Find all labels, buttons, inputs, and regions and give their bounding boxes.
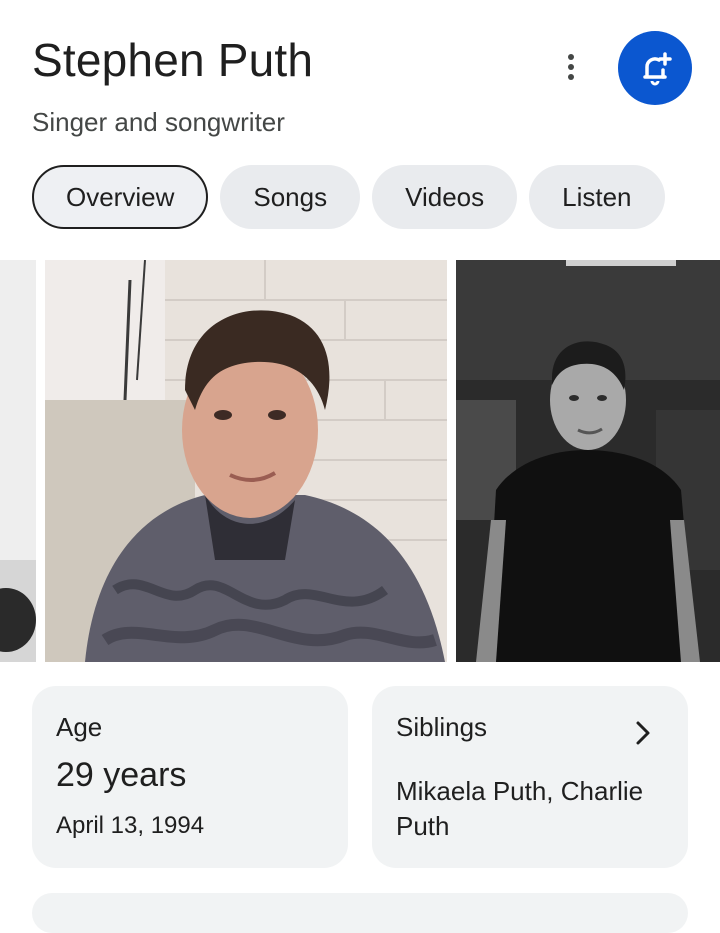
tab-songs[interactable]: Songs (220, 165, 361, 229)
knowledge-panel-header: Stephen Puth Singer and songwriter (32, 30, 720, 139)
siblings-label: Siblings (396, 712, 488, 742)
bell-plus-icon (643, 52, 672, 86)
tab-videos[interactable]: Videos (372, 165, 518, 229)
fact-card-age[interactable]: Age 29 years April 13, 1994 (32, 686, 348, 868)
entity-title: Stephen Puth (32, 34, 314, 86)
siblings-value: Mikaela Puth, Charlie Puth (396, 776, 644, 841)
fact-card-siblings[interactable]: Siblings Mikaela Puth, Charlie Puth (372, 686, 688, 868)
follow-button[interactable] (618, 31, 692, 105)
chevron-right-icon (636, 721, 650, 745)
age-label: Age (56, 712, 103, 742)
age-value: 29 years (56, 756, 187, 794)
tab-overview[interactable]: Overview (32, 165, 209, 229)
tab-strip: Overview Songs Videos Listen (32, 165, 665, 229)
more-vert-icon (568, 54, 574, 60)
tab-listen[interactable]: Listen (529, 165, 665, 229)
entity-subtitle: Singer and songwriter (32, 107, 285, 137)
gallery-image-partial[interactable] (0, 260, 36, 662)
more-options-button[interactable] (552, 48, 590, 86)
gallery-image-portrait-color[interactable] (45, 260, 447, 662)
next-fact-card[interactable] (32, 893, 688, 933)
gallery-image-portrait-bw[interactable] (456, 260, 720, 662)
image-gallery[interactable] (0, 260, 720, 662)
birth-date: April 13, 1994 (56, 812, 205, 839)
